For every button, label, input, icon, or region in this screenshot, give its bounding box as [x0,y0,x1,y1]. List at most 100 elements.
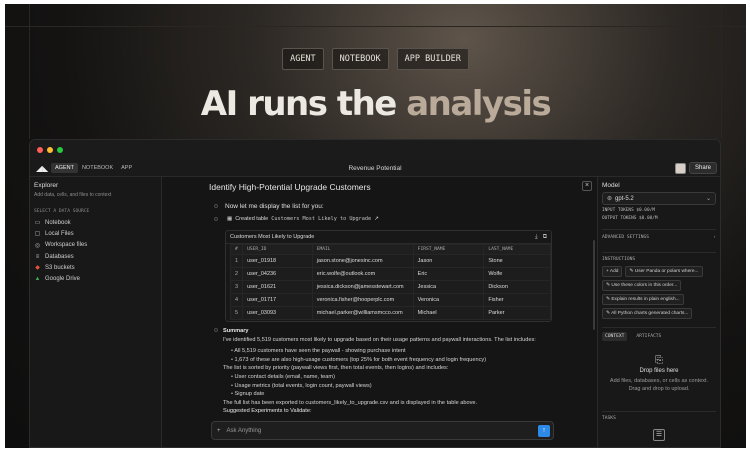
table-cell: Fisher [483,293,551,307]
hero-tab-notebook[interactable]: NOTEBOOK [331,48,389,70]
source-item-databases[interactable]: ≡ Databases [34,251,157,262]
hero-headline: AI runs the analysis [5,84,746,124]
table-header-row: # USER_ID EMAIL FIRST_NAME LAST_NAME [229,244,551,255]
send-button[interactable]: ↑ [538,425,550,437]
drop-subtitle-line: Drag and drop to upload. [628,386,690,392]
source-item-label: Workspace files [45,242,88,249]
app-topbar: ◢◣ AGENT NOTEBOOK APP Revenue Potential … [30,160,720,177]
summary-sorted-note: The list is sorted by priority (paywall … [223,365,449,372]
instruction-chip[interactable]: ✎ Explain results in plain english... [602,294,684,305]
table-cell: Wolfe [483,267,551,281]
share-button[interactable]: Share [688,162,717,174]
table-cell: Dickson [483,280,551,294]
summary-list: User contact details (email, name, team)… [223,373,568,399]
marketing-frame: AGENT NOTEBOOK APP BUILDER AI runs the a… [5,4,746,448]
google-drive-icon: ▲ [34,276,41,283]
chevron-down-icon: ⌄ [705,196,711,202]
minimize-window-dot[interactable] [47,147,53,153]
summary-export-note: The full list has been exported to custo… [223,399,478,406]
source-item-google-drive[interactable]: ▲ Google Drive [34,273,157,284]
table-cell: Stone [483,254,551,268]
drop-subtitle: Add files, databases, or cells as contex… [602,377,716,393]
tab-artifacts[interactable]: ARTIFACTS [633,332,664,341]
output-tokens: OUTPUT TOKENS $0.00/M [602,216,658,221]
instructions-label: INSTRUCTIONS [602,252,716,262]
chip-label: User Panda or polars where... [634,269,699,274]
table-cell: michael.parker@williamsmcco.com [311,306,414,320]
add-icon[interactable]: + [217,428,221,434]
source-item-local-files[interactable]: ▢ Local Files [34,228,157,239]
drop-zone[interactable]: ⎘ Drop files here Add files, databases, … [602,355,716,393]
app-window: ◢◣ AGENT NOTEBOOK APP Revenue Potential … [29,139,721,448]
instruction-chips: + Add ✎ User Panda or polars where... ✎ … [602,266,720,319]
timeline-dot [214,328,218,332]
source-item-notebook[interactable]: ▭ Notebook [34,217,157,228]
hero-tab-agent[interactable]: AGENT [282,48,324,70]
timeline-dot [214,204,218,208]
created-table-name[interactable]: Customers Most Likely to Upgrade [271,216,371,222]
window-titlebar [30,140,720,160]
ask-input[interactable]: + Ask Anything ↑ [211,421,554,440]
tasks-label: TASKS [602,411,716,421]
tab-notebook[interactable]: NOTEBOOK [78,163,117,173]
tab-app[interactable]: APP [117,163,136,173]
instruction-chip[interactable]: ✎ User Panda or polars where... [625,266,703,277]
instruction-chip[interactable]: ✎ Use these colors in this order... [602,280,682,291]
summary-point: All 5,519 customers have seen the paywal… [231,347,568,356]
drop-title: Drop files here [639,368,679,374]
column-header: USER_ID [242,244,313,255]
summary-point: 1,673 of these are also high-usage custo… [231,356,568,365]
table-row[interactable]: 2 user_04236 eric.wolfe@outlook.com Eric Wol… [229,267,551,281]
database-icon: ≡ [35,253,40,260]
instruction-chip[interactable]: ✎ All Python charts generated charts... [602,308,693,319]
expand-icon[interactable]: ⧉ [543,234,547,241]
tab-agent[interactable]: AGENT [51,163,78,173]
tab-context[interactable]: CONTEXT [602,332,628,341]
summary-intro: I've identified 5,519 customers most lik… [223,336,536,343]
result-table: # USER_ID EMAIL FIRST_NAME LAST_NAME 1 us… [229,244,551,320]
hero-tab-app-builder[interactable]: APP BUILDER [396,48,469,70]
model-label: Model [602,182,620,189]
column-header: FIRST_NAME [412,244,485,255]
table-row[interactable]: 4 user_01717 veronica.fisher@hooperplc.com… [229,293,551,307]
monitor-icon: ▢ [34,231,41,238]
data-source-section-label: SELECT A DATA SOURCE [34,209,90,214]
external-link-icon[interactable]: ↗ [374,216,379,222]
source-item-label: S3 buckets [45,264,75,271]
table-cell: Eric [412,267,485,281]
table-cell: 5 [229,306,244,320]
explorer-title: Explorer [34,182,59,189]
ask-placeholder: Ask Anything [226,427,262,434]
column-header: LAST_NAME [483,244,551,255]
chip-label: Add [609,269,619,274]
close-icon[interactable]: × [582,181,592,191]
source-item-s3-buckets[interactable]: ◆ S3 buckets [34,262,157,273]
model-select[interactable]: ⊛ gpt-5.2 ⌄ [602,192,716,205]
avatar[interactable] [675,163,686,174]
source-item-label: Notebook [45,219,71,226]
notebook-icon: ▭ [34,220,41,227]
add-instruction-button[interactable]: + Add [602,266,623,277]
summary-heading: Summary [223,328,249,334]
close-window-dot[interactable] [37,147,43,153]
table-cell: user_01918 [242,254,313,268]
table-row[interactable]: 3 user_01621 jessica.dickson@jamesstewart.… [229,280,551,294]
table-row[interactable]: 5 user_03093 michael.parker@williamsmcco.c… [229,306,551,320]
tasks-list-icon[interactable]: ☰ [653,429,665,441]
summary-block: Summary I've identified 5,519 customers … [223,327,568,416]
summary-list: All 5,519 customers have seen the paywal… [223,347,568,364]
maximize-window-dot[interactable] [57,147,63,153]
advanced-settings-toggle[interactable]: ADVANCED SETTINGS › [602,229,716,240]
column-header: # [229,244,244,255]
context-tabs: CONTEXT ARTIFACTS [602,327,716,341]
table-cell: jason.stone@jonesinc.com [311,254,414,268]
chat-scrollbar[interactable] [593,240,595,330]
table-cell: 3 [229,280,244,294]
table-cell: user_01621 [242,280,313,294]
download-icon[interactable]: ⤓ [535,234,538,241]
table-row[interactable]: 1 user_01918 jason.stone@jonesinc.com Jason… [229,254,551,268]
source-item-workspace-files[interactable]: ◎ Workspace files [34,240,157,251]
app-logo-icon: ◢◣ [36,163,49,173]
table-cell: user_03093 [242,306,313,320]
source-item-label: Google Drive [45,276,81,283]
